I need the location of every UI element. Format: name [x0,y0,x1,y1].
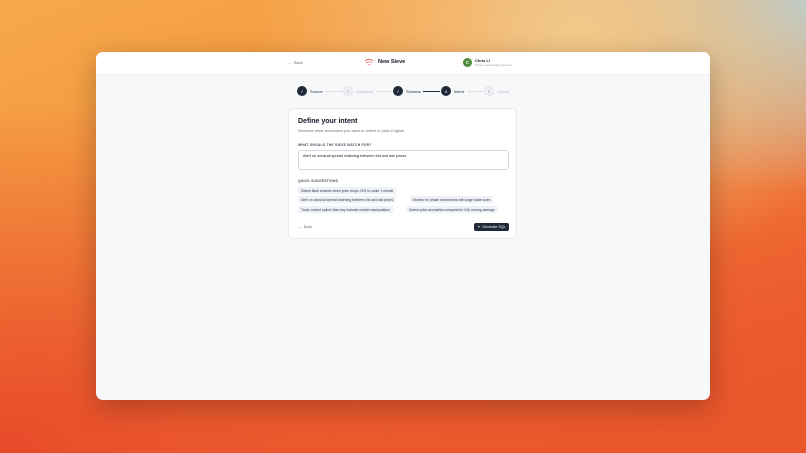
back-button[interactable]: ← Back [298,225,312,229]
step-deploy-circle[interactable]: 5 [484,86,494,96]
step-source-label: Source [310,89,323,94]
suggestion-chip[interactable]: Track volume spikes that may indicate ma… [298,206,393,213]
step-intent-circle[interactable]: 4 [441,86,451,96]
header-back-label: Back [294,60,303,65]
intent-card: Define your intent Describe what anomali… [288,108,517,239]
app-brand: New Sieve [364,58,405,66]
suggestion-chip[interactable]: Detect price anomalies compared to 24h m… [406,206,498,213]
avatar: C [463,58,472,67]
suggestion-chip[interactable]: Detect flash crashes when price drops >5… [298,187,397,194]
suggestions-label: QUICK SUGGESTIONS [298,179,339,183]
user-menu[interactable]: C Chris Li chrisli.engineer@gmail.com [463,58,512,67]
step-schema-label: Schema [406,89,421,94]
suggestion-chip[interactable]: Alert on unusual spread widening between… [298,196,397,203]
step-connector [376,91,392,92]
card-subtitle: Describe what anomalies you want to dete… [298,128,405,133]
intent-input[interactable]: Alert on unusual spread widening between… [298,150,509,170]
header-back-link[interactable]: ← Back [288,60,303,65]
step-configure-circle[interactable]: 2 [343,86,353,96]
top-bar: ← Back New Sieve C Chris Li chrisli.engi… [96,52,710,75]
generate-sql-label: Generate SQL [482,225,506,229]
arrow-left-icon: ← [288,60,292,65]
stepper: ✓ Source 2 Configure ✓ Schema 4 Intent 5… [96,86,710,98]
back-button-label: Back [303,225,313,229]
step-deploy-label: Deploy [497,89,510,94]
sparkle-icon: ✦ [477,225,481,229]
step-intent-label: Intent [454,89,465,94]
step-schema-circle[interactable]: ✓ [393,86,403,96]
app-window: ← Back New Sieve C Chris Li chrisli.engi… [96,52,710,400]
user-email: chrisli.engineer@gmail.com [475,63,512,67]
generate-sql-button[interactable]: ✦ Generate SQL [474,223,509,231]
step-configure-label: Configure [356,89,374,94]
step-connector [326,91,342,92]
step-connector-complete [423,91,440,92]
user-info: Chris Li chrisli.engineer@gmail.com [475,58,512,67]
step-source-circle[interactable]: ✓ [297,86,307,96]
sieve-logo-icon [364,58,374,66]
arrow-left-icon: ← [298,225,302,229]
card-title: Define your intent [298,118,358,125]
suggestion-chip[interactable]: Monitor for whale movements with large t… [410,196,494,203]
step-connector [468,91,483,92]
app-title: New Sieve [378,59,406,65]
intent-field-label: WHAT SHOULD THE SIEVE WATCH FOR? [298,143,372,147]
